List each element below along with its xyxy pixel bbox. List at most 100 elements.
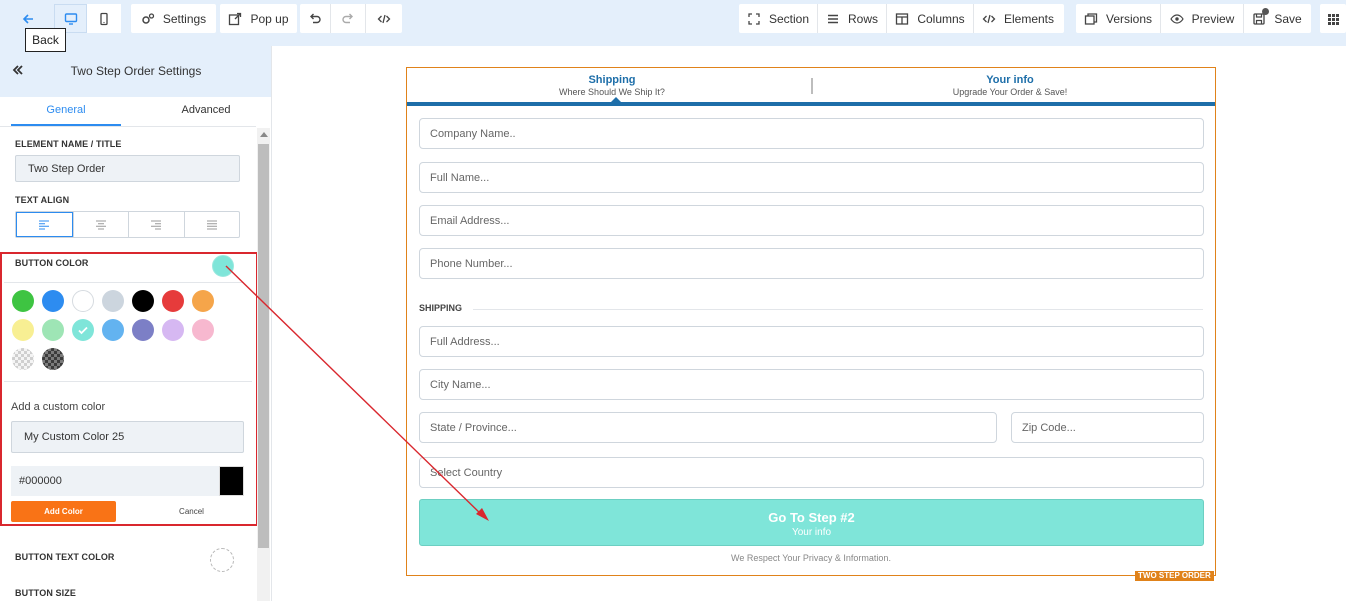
email-input[interactable]: Email Address...: [419, 205, 1204, 236]
versions-label: Versions: [1105, 11, 1153, 26]
tab-general[interactable]: General: [11, 97, 121, 126]
go-button-subtitle: Your info: [791, 527, 832, 538]
popup-label: Pop up: [250, 11, 289, 26]
versions-button[interactable]: Versions: [1076, 4, 1160, 33]
undo-icon: [310, 13, 321, 23]
sidebar-title: Two Step Order Settings: [70, 64, 202, 78]
swatch-mint[interactable]: [42, 319, 64, 341]
swatch-light-gray[interactable]: [102, 290, 124, 312]
button-color-preview[interactable]: [212, 255, 234, 277]
align-center-icon: [95, 220, 106, 229]
sidebar-tabs: General Advanced: [0, 97, 256, 126]
sidebar-scrollbar[interactable]: [257, 128, 270, 601]
button-text-color-preview[interactable]: [210, 548, 234, 572]
swatch-sky-blue[interactable]: [102, 319, 124, 341]
code-button[interactable]: [366, 4, 402, 33]
rows-label: Rows: [847, 11, 878, 26]
element-type-badge: TWO STEP ORDER: [1135, 571, 1214, 581]
button-color-label: BUTTON COLOR: [15, 258, 89, 268]
swatch-transparent[interactable]: [12, 348, 34, 370]
cancel-button[interactable]: Cancel: [144, 501, 239, 522]
rows-button[interactable]: Rows: [818, 4, 886, 33]
popup-button[interactable]: Pop up: [220, 4, 297, 33]
preview-label: Preview: [1191, 11, 1235, 26]
company-name-input[interactable]: Company Name..: [419, 118, 1204, 149]
go-to-step-2-button[interactable]: Go To Step #2 Your info: [419, 499, 1204, 546]
mobile-view-button[interactable]: [87, 4, 121, 33]
swatch-indigo[interactable]: [132, 319, 154, 341]
settings-sidebar: Two Step Order Settings General Advanced…: [0, 46, 272, 601]
align-justify-button[interactable]: [183, 212, 240, 237]
swatch-red[interactable]: [162, 290, 184, 312]
preview-button[interactable]: Preview: [1161, 4, 1243, 33]
button-text-color-label: BUTTON TEXT COLOR: [15, 552, 115, 562]
grid-icon: [1328, 13, 1339, 25]
swatch-green[interactable]: [12, 290, 34, 312]
align-left-button[interactable]: [16, 212, 73, 237]
align-justify-icon: [206, 220, 217, 229]
full-name-input[interactable]: Full Name...: [419, 162, 1204, 193]
address-input[interactable]: Full Address...: [419, 326, 1204, 357]
section-button[interactable]: Section: [739, 4, 817, 33]
privacy-note: We Respect Your Privacy & Information.: [731, 553, 891, 563]
elements-label: Elements: [1003, 11, 1055, 26]
scroll-thumb[interactable]: [258, 144, 269, 548]
element-name-input[interactable]: Two Step Order: [15, 155, 240, 182]
step-1[interactable]: Shipping Where Should We Ship It?: [507, 74, 717, 97]
country-select[interactable]: Select Country: [419, 457, 1204, 488]
align-right-button[interactable]: [128, 212, 184, 237]
swatch-yellow[interactable]: [12, 319, 34, 341]
save-button[interactable]: Save: [1244, 4, 1310, 33]
gears-icon: [142, 12, 154, 24]
columns-button[interactable]: Columns: [887, 4, 973, 33]
external-link-icon: [229, 12, 242, 25]
state-input[interactable]: State / Province...: [419, 412, 997, 443]
save-label: Save: [1274, 11, 1302, 26]
tabs-divider: [0, 126, 256, 127]
settings-button[interactable]: Settings: [131, 4, 216, 33]
step-2-title: Your info: [986, 74, 1034, 86]
step-2-subtitle: Upgrade Your Order & Save!: [952, 87, 1068, 97]
undo-button[interactable]: [300, 4, 330, 33]
swatch-turquoise-selected[interactable]: [72, 319, 94, 341]
structure-group: Section Rows Columns Elements: [739, 4, 1064, 33]
rows-icon: [827, 14, 838, 23]
apps-button[interactable]: [1320, 4, 1346, 33]
add-color-button[interactable]: Add Color: [11, 501, 116, 522]
code-icon: [377, 14, 391, 23]
city-input[interactable]: City Name...: [419, 369, 1204, 400]
phone-input[interactable]: Phone Number...: [419, 248, 1204, 279]
swatch-white[interactable]: [72, 290, 94, 312]
elements-button[interactable]: Elements: [974, 4, 1062, 33]
custom-color-section: Add a custom color My Custom Color 25 #0…: [4, 381, 252, 522]
custom-color-label: Add a custom color: [11, 401, 106, 413]
desktop-icon: [64, 12, 77, 25]
swatch-black[interactable]: [132, 290, 154, 312]
custom-color-preview[interactable]: [219, 466, 244, 496]
swatch-lavender[interactable]: [162, 319, 184, 341]
step-1-title: Shipping: [588, 74, 636, 86]
redo-button[interactable]: [331, 4, 365, 33]
arrow-left-icon: [22, 13, 33, 24]
zip-input[interactable]: Zip Code...: [1011, 412, 1204, 443]
history-group: [300, 4, 402, 33]
tab-advanced[interactable]: Advanced: [150, 97, 262, 126]
scroll-up-arrow[interactable]: [260, 132, 268, 137]
swatch-grid: [4, 282, 244, 376]
step-header: Shipping Where Should We Ship It? Your i…: [407, 68, 1215, 106]
swatch-blue[interactable]: [42, 290, 64, 312]
swatch-orange[interactable]: [192, 290, 214, 312]
step-2[interactable]: Your info Upgrade Your Order & Save!: [905, 74, 1115, 97]
custom-color-name-input[interactable]: My Custom Color 25: [11, 421, 244, 453]
swatch-pink[interactable]: [192, 319, 214, 341]
go-button-title: Go To Step #2: [768, 510, 855, 525]
align-center-button[interactable]: [72, 212, 129, 237]
section-label: Section: [768, 11, 810, 26]
two-step-order-form[interactable]: Shipping Where Should We Ship It? Your i…: [406, 67, 1216, 576]
active-step-caret: [610, 97, 622, 103]
swatch-transparent-dark[interactable]: [42, 348, 64, 370]
step-1-subtitle: Where Should We Ship It?: [559, 87, 665, 97]
versions-icon: [1084, 12, 1098, 25]
redo-icon: [342, 13, 353, 23]
custom-color-hex-input[interactable]: #000000: [11, 466, 244, 496]
